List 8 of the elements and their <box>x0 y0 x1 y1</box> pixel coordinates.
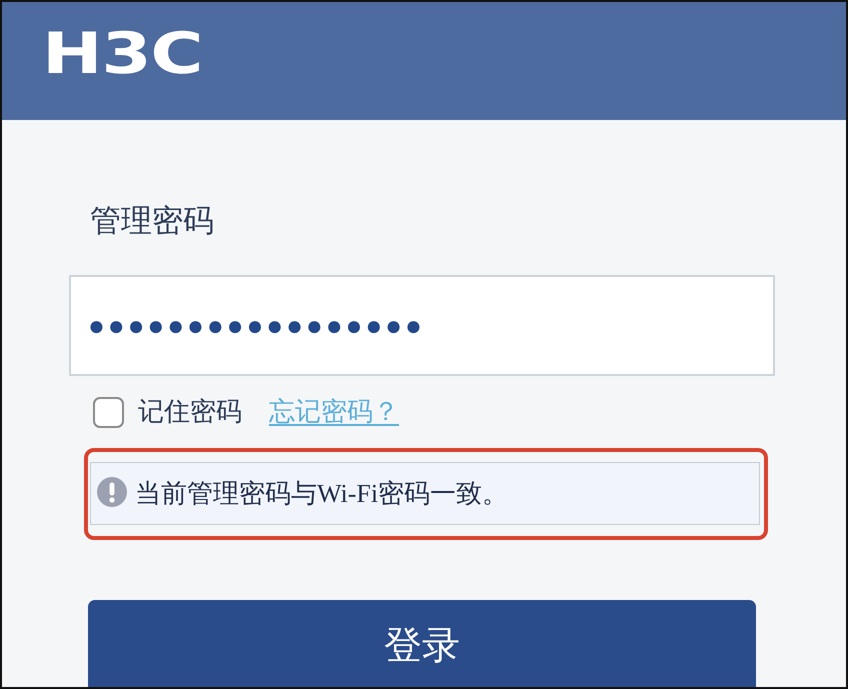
password-label: 管理密码 <box>90 203 214 239</box>
notice-text: 当前管理密码与Wi-Fi密码一致。 <box>135 478 508 510</box>
login-button[interactable]: 登录 <box>88 600 756 687</box>
remember-password-label: 记住密码 <box>138 396 242 429</box>
checkbox[interactable] <box>93 396 124 428</box>
exclamation-circle-icon <box>97 476 127 506</box>
logo: H3C <box>42 26 202 83</box>
password-field[interactable]: ●●●●●●●●●●●●●●●●● <box>69 275 775 376</box>
